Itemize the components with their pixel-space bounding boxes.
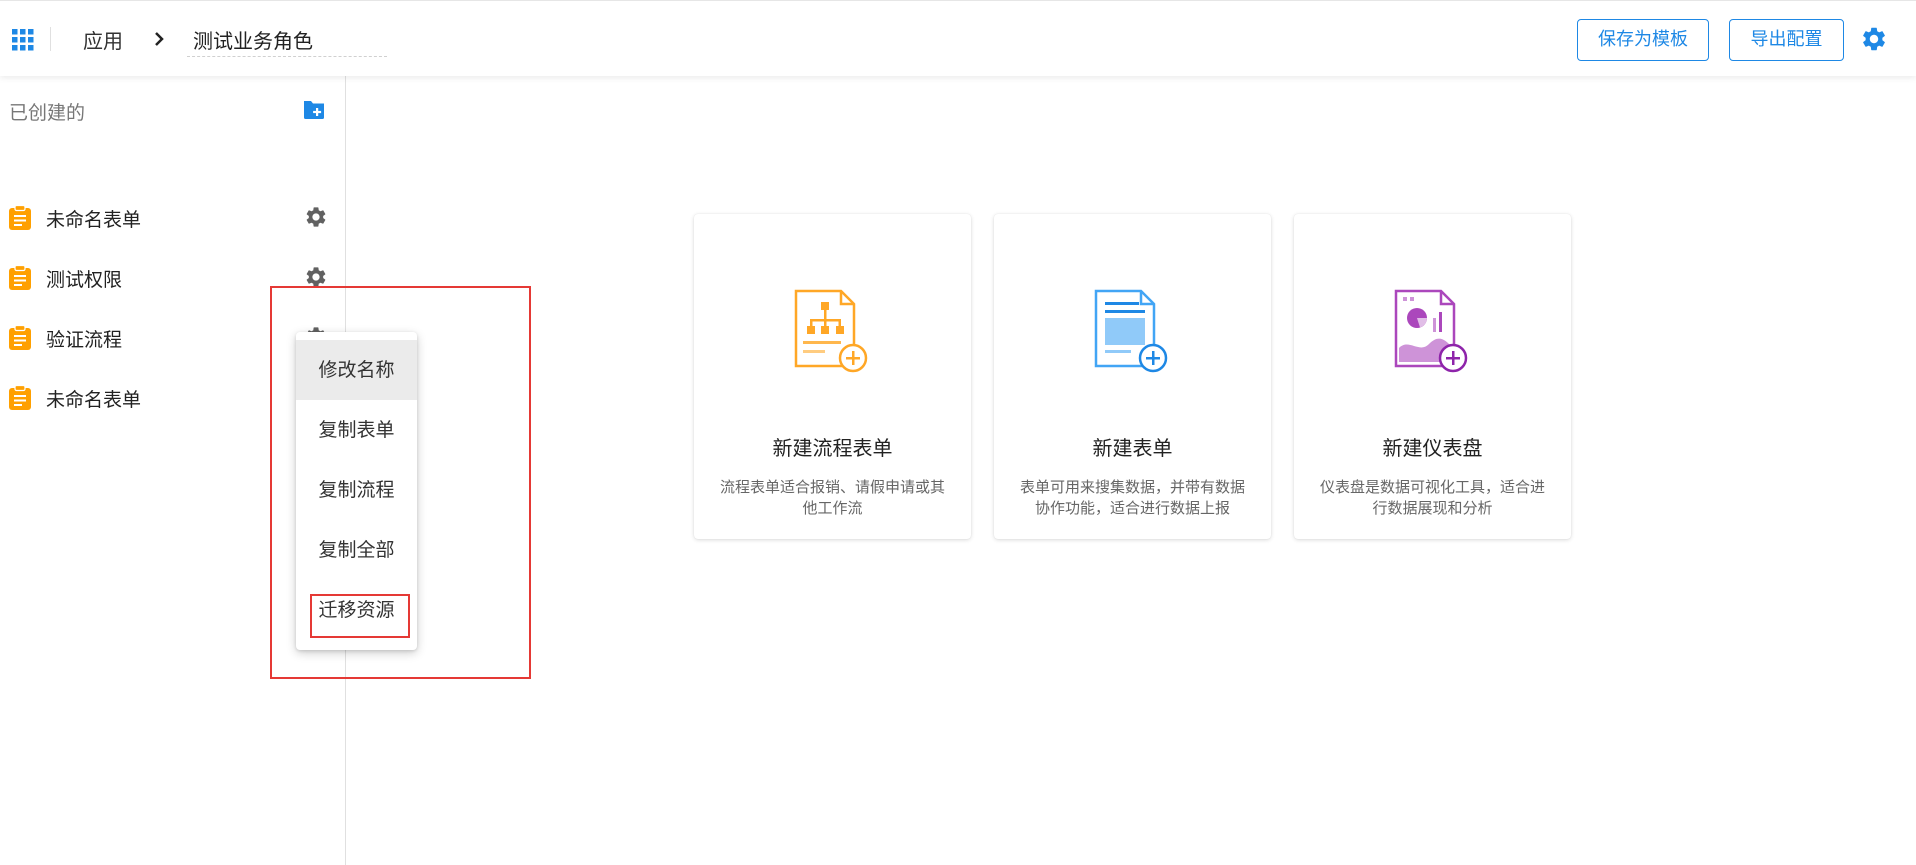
header-divider <box>50 27 51 51</box>
form-document-icon <box>1094 289 1168 373</box>
clipboard-doc-icon <box>8 385 32 411</box>
menu-item-copy-flow[interactable]: 复制流程 <box>296 460 417 520</box>
item-settings-gear-icon[interactable] <box>304 265 328 289</box>
clipboard-doc-icon <box>8 265 32 291</box>
sidebar-item-form-4[interactable]: 未命名表单 <box>0 372 340 422</box>
sidebar: 已创建的 未命名表单 测试权限 验证流程 未命名表单 <box>0 76 346 865</box>
sidebar-item-form-1[interactable]: 未命名表单 <box>0 192 340 242</box>
breadcrumb-app-link[interactable]: 应用 <box>83 25 123 54</box>
settings-gear-icon[interactable] <box>1860 25 1888 53</box>
sidebar-item-form-2[interactable]: 测试权限 <box>0 252 340 302</box>
card-description: 表单可用来搜集数据，并带有数据协作功能，适合进行数据上报 <box>1019 478 1245 517</box>
menu-item-migrate-resource[interactable]: 迁移资源 <box>296 580 417 640</box>
menu-item-rename[interactable]: 修改名称 <box>296 340 417 400</box>
add-folder-icon[interactable] <box>302 98 326 120</box>
top-header: 应用 测试业务角色 保存为模板 导出配置 <box>0 0 1916 76</box>
dashboard-chart-icon <box>1394 289 1468 373</box>
new-dashboard-card[interactable]: 新建仪表盘 仪表盘是数据可视化工具，适合进行数据展现和分析 <box>1294 214 1571 539</box>
menu-item-copy-all[interactable]: 复制全部 <box>296 520 417 580</box>
context-menu: 修改名称 复制表单 复制流程 复制全部 迁移资源 <box>296 332 417 650</box>
sidebar-item-label: 验证流程 <box>46 329 123 351</box>
sidebar-item-label: 未命名表单 <box>46 209 142 231</box>
card-title: 新建仪表盘 <box>1382 436 1483 460</box>
breadcrumb-current-name[interactable]: 测试业务角色 <box>187 25 387 57</box>
clipboard-doc-icon <box>8 205 32 231</box>
clipboard-doc-icon <box>8 325 32 351</box>
new-workflow-form-card[interactable]: 新建流程表单 流程表单适合报销、请假申请或其他工作流 <box>694 214 971 539</box>
sidebar-item-form-3[interactable]: 验证流程 <box>0 312 340 362</box>
menu-item-copy-form[interactable]: 复制表单 <box>296 400 417 460</box>
item-settings-gear-icon[interactable] <box>304 205 328 229</box>
chevron-right-icon <box>155 32 164 46</box>
card-description: 流程表单适合报销、请假申请或其他工作流 <box>719 478 945 517</box>
card-description: 仪表盘是数据可视化工具，适合进行数据展现和分析 <box>1319 478 1545 517</box>
sidebar-title: 已创建的 <box>9 102 86 124</box>
sidebar-item-label: 测试权限 <box>46 269 123 291</box>
apps-grid-icon[interactable] <box>12 29 34 51</box>
card-title: 新建表单 <box>1092 436 1173 460</box>
sidebar-item-label: 未命名表单 <box>46 389 142 411</box>
card-title: 新建流程表单 <box>772 436 893 460</box>
save-as-template-button[interactable]: 保存为模板 <box>1577 19 1709 61</box>
workflow-form-icon <box>794 289 868 373</box>
export-config-button[interactable]: 导出配置 <box>1729 19 1844 61</box>
new-form-card[interactable]: 新建表单 表单可用来搜集数据，并带有数据协作功能，适合进行数据上报 <box>994 214 1271 539</box>
